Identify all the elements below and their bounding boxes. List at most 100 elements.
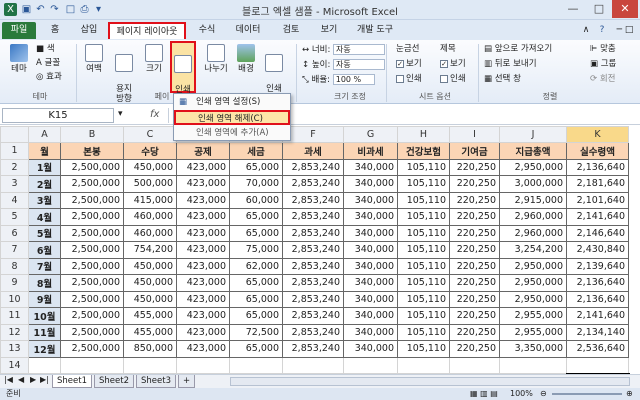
value-cell[interactable]: 2,955,000 <box>499 307 567 325</box>
theme-button[interactable]: 테마 <box>6 44 32 74</box>
value-cell[interactable]: 340,000 <box>343 340 398 358</box>
value-cell[interactable]: 220,250 <box>449 241 500 259</box>
orientation-button[interactable]: 용지 방향 <box>112 44 136 104</box>
value-cell[interactable]: 105,110 <box>397 274 450 292</box>
value-cell[interactable]: 2,853,240 <box>282 158 344 176</box>
value-cell[interactable]: 423,000 <box>176 257 230 275</box>
group-button[interactable]: ▣ 그룹 <box>590 59 616 70</box>
header-cell[interactable]: 본봉 <box>60 142 124 160</box>
colors-button[interactable]: ■ 색 <box>36 44 55 55</box>
gridlines-print-checkbox[interactable]: 인쇄 <box>396 74 422 85</box>
value-cell[interactable]: 450,000 <box>123 290 177 308</box>
value-cell[interactable]: 65,000 <box>229 290 283 308</box>
value-cell[interactable]: 220,250 <box>449 274 500 292</box>
add-to-print-area-item[interactable]: 인쇄 영역에 추가(A) <box>174 126 290 141</box>
value-cell[interactable]: 423,000 <box>176 274 230 292</box>
sheet-tab-sheet1[interactable]: Sheet1 <box>52 375 92 388</box>
value-cell[interactable]: 2,950,000 <box>499 158 567 176</box>
value-cell[interactable]: 340,000 <box>343 208 398 226</box>
header-cell[interactable]: 공제 <box>176 142 230 160</box>
value-cell[interactable]: 455,000 <box>123 307 177 325</box>
value-cell[interactable]: 2,500,000 <box>60 340 124 358</box>
sheet-nav-next-icon[interactable]: ▶ <box>30 375 36 384</box>
value-cell[interactable]: 423,000 <box>176 224 230 242</box>
value-cell[interactable]: 2,139,640 <box>566 257 629 275</box>
value-cell[interactable]: 105,110 <box>397 175 450 193</box>
value-cell[interactable]: 423,000 <box>176 307 230 325</box>
value-cell[interactable]: 105,110 <box>397 241 450 259</box>
row-header[interactable]: 12 <box>0 323 29 341</box>
value-cell[interactable]: 65,000 <box>229 274 283 292</box>
value-cell[interactable]: 3,350,000 <box>499 340 567 358</box>
print-preview-icon[interactable]: ⎙ <box>78 3 91 16</box>
select-all-corner[interactable] <box>0 126 29 143</box>
value-cell[interactable]: 423,000 <box>176 323 230 341</box>
send-backward-button[interactable]: ▥ 뒤로 보내기 <box>484 59 537 70</box>
value-cell[interactable]: 2,950,000 <box>499 274 567 292</box>
value-cell[interactable]: 105,110 <box>397 224 450 242</box>
column-header[interactable]: H <box>397 126 450 143</box>
value-cell[interactable]: 2,500,000 <box>60 290 124 308</box>
row-header[interactable]: 6 <box>0 224 29 242</box>
value-cell[interactable]: 340,000 <box>343 290 398 308</box>
save-icon[interactable]: ▣ <box>20 3 33 16</box>
value-cell[interactable]: 2,853,240 <box>282 224 344 242</box>
value-cell[interactable]: 415,000 <box>123 191 177 209</box>
value-cell[interactable]: 2,500,000 <box>60 257 124 275</box>
cell[interactable] <box>397 356 450 374</box>
month-cell[interactable]: 2월 <box>28 175 61 193</box>
value-cell[interactable]: 2,536,640 <box>566 340 629 358</box>
sheet-nav-prev-icon[interactable]: ◀ <box>18 375 24 384</box>
zoom-slider[interactable] <box>552 393 622 395</box>
value-cell[interactable]: 2,853,240 <box>282 191 344 209</box>
tab-file[interactable]: 파일 <box>2 22 36 39</box>
value-cell[interactable]: 220,250 <box>449 307 500 325</box>
value-cell[interactable]: 2,500,000 <box>60 241 124 259</box>
value-cell[interactable]: 220,250 <box>449 323 500 341</box>
value-cell[interactable]: 3,254,200 <box>499 241 567 259</box>
zoom-in-icon[interactable]: ⊕ <box>626 388 633 400</box>
clear-print-area-item[interactable]: 인쇄 영역 해제(C) <box>174 110 290 125</box>
value-cell[interactable]: 2,500,000 <box>60 158 124 176</box>
width-combo[interactable]: 자동 <box>333 44 386 55</box>
value-cell[interactable]: 220,250 <box>449 208 500 226</box>
minimize-ribbon-icon[interactable]: ∧ <box>580 22 592 39</box>
qat-dropdown-icon[interactable]: ▾ <box>92 3 105 16</box>
tab-home[interactable]: 홈 <box>42 22 68 39</box>
value-cell[interactable]: 2,853,240 <box>282 290 344 308</box>
insert-function-button[interactable]: fx <box>150 109 159 120</box>
value-cell[interactable]: 105,110 <box>397 340 450 358</box>
cell[interactable] <box>229 356 283 374</box>
value-cell[interactable]: 423,000 <box>176 241 230 259</box>
value-cell[interactable]: 220,250 <box>449 224 500 242</box>
size-button[interactable]: 크기 <box>142 44 166 74</box>
cell[interactable] <box>60 356 124 374</box>
cell[interactable] <box>282 356 344 374</box>
cell[interactable] <box>176 356 230 374</box>
row-header[interactable]: 3 <box>0 175 29 193</box>
value-cell[interactable]: 2,136,640 <box>566 158 629 176</box>
header-cell[interactable]: 실수령액 <box>566 142 629 160</box>
sheet-nav-last-icon[interactable]: ▶| <box>40 375 49 384</box>
row-header[interactable]: 9 <box>0 274 29 292</box>
column-header[interactable]: K <box>566 126 629 143</box>
value-cell[interactable]: 60,000 <box>229 191 283 209</box>
name-box[interactable]: K15 <box>2 108 114 123</box>
value-cell[interactable]: 220,250 <box>449 191 500 209</box>
horizontal-scrollbar[interactable] <box>230 377 630 386</box>
value-cell[interactable]: 65,000 <box>229 307 283 325</box>
selection-pane-button[interactable]: ▦ 선택 창 <box>484 74 521 85</box>
header-cell[interactable]: 세금 <box>229 142 283 160</box>
value-cell[interactable]: 340,000 <box>343 175 398 193</box>
set-print-area-item[interactable]: ▦ 인쇄 영역 설정(S) <box>174 95 290 110</box>
column-header[interactable]: I <box>449 126 500 143</box>
value-cell[interactable]: 105,110 <box>397 257 450 275</box>
column-header[interactable]: B <box>60 126 124 143</box>
width-control[interactable]: ↔ 너비: 자동 <box>302 44 386 56</box>
column-header[interactable]: F <box>282 126 344 143</box>
value-cell[interactable]: 423,000 <box>176 340 230 358</box>
value-cell[interactable]: 105,110 <box>397 323 450 341</box>
cell[interactable] <box>28 356 61 374</box>
value-cell[interactable]: 105,110 <box>397 307 450 325</box>
value-cell[interactable]: 72,500 <box>229 323 283 341</box>
